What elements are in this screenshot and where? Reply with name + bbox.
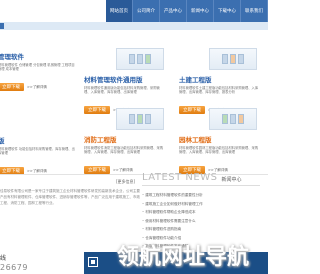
product-thumbnail[interactable] [209, 48, 257, 70]
product-title[interactable]: 消防工程版 [84, 134, 164, 144]
product-card: 园林工程版 材料管理软件园林工程版功能包括材料采购管理、采购管理、入库管理、库存… [179, 108, 259, 174]
product-card: 土建工程版 材料管理软件土建工程版功能包括材料采购管理、入库管理、出库管理、库存… [179, 48, 259, 114]
product-desc: 材料管理软件 仓储管理 分包管理 机械管理 工程项目管理 成本管理 [0, 63, 75, 72]
contact-phone: 26679 [0, 263, 28, 272]
news-title-cn: 新闻中心 [221, 177, 242, 183]
news-item[interactable]: 材料管理软件帮助企业降低成本 [142, 208, 260, 217]
product-title[interactable]: 管理软件 [0, 51, 78, 61]
main-nav: 网站首页 公司简介 产品中心 新闻中心 下载中心 联系我们 [106, 0, 268, 22]
product-card: 管理软件 材料管理软件 仓储管理 分包管理 机械管理 工程项目管理 成本管理 立… [0, 48, 78, 91]
download-button[interactable]: 立即下载 [84, 166, 110, 174]
news-header: LATEST NEWS 新闻中心 [142, 172, 260, 186]
company-intro: 佳易软件有限公司是一家专注于建筑施工企业材料管理软件研发的高新技术企业，公司主要… [0, 189, 140, 205]
product-title[interactable]: 材料管理软件通用版 [84, 74, 164, 84]
news-title-en: LATEST NEWS [142, 172, 218, 183]
nav-item-news[interactable]: 新闻中心 [187, 0, 214, 22]
nav-item-download[interactable]: 下载中心 [214, 0, 241, 22]
about-more-link[interactable]: [更多信息] [116, 179, 135, 185]
top-bar: 网站首页 公司简介 产品中心 新闻中心 下载中心 联系我们 [0, 0, 268, 22]
news-item[interactable]: 建筑施工企业如何做好材料管理工作 [142, 200, 260, 209]
details-link[interactable]: >>了解详情 [27, 169, 47, 174]
product-thumbnail[interactable] [209, 108, 257, 130]
product-card: 材料管理软件通用版 材料管理软件通用版功能包括材料采购管理、采购管理、入库管理、… [84, 48, 164, 114]
product-title[interactable]: 园林工程版 [179, 134, 259, 144]
nav-item-home[interactable]: 网站首页 [106, 0, 133, 22]
product-thumbnail[interactable] [116, 108, 164, 130]
product-desc: 材料管理软件通用版功能包括材料采购管理、采购管理、入库管理、库存管理、出库管理 [84, 86, 160, 95]
strip-accent [0, 23, 4, 29]
product-desc: 材料管理软件消防工程版功能包括材料采购管理、采购管理、入库管理、库存管理、出库管… [84, 146, 164, 155]
nav-item-about[interactable]: 公司简介 [133, 0, 160, 22]
product-desc: 材料管理软件 功能包括材料采购管理、库存管理、出库管理 [0, 147, 75, 156]
footer-logo-icon [88, 257, 98, 267]
watermark: 领航网址导航 [116, 245, 249, 270]
product-thumbnail[interactable] [116, 48, 164, 70]
product-card: 消防工程版 材料管理软件消防工程版功能包括材料采购管理、采购管理、入库管理、库存… [84, 108, 164, 174]
banner-strip [0, 22, 268, 30]
product-title[interactable]: 版 [0, 135, 78, 145]
details-link[interactable]: >>了解详情 [113, 168, 133, 173]
contact-label: 线 [0, 255, 7, 262]
product-desc: 材料管理软件土建工程版功能包括材料采购管理、入库管理、出库管理、库存管理、报表分… [179, 86, 259, 95]
product-desc: 材料管理软件园林工程版功能包括材料采购管理、采购管理、入库管理、库存管理、出库管… [179, 146, 259, 155]
nav-item-products[interactable]: 产品中心 [160, 0, 187, 22]
product-card: 版 材料管理软件 功能包括材料采购管理、库存管理、出库管理 立即下载 >>了解详… [0, 132, 78, 175]
news-item[interactable]: 使用材料管理软件需要注意什么 [142, 217, 260, 226]
news-item[interactable]: 材料管理软件选购指南 [142, 225, 260, 234]
details-link[interactable]: >>了解详情 [27, 85, 47, 90]
nav-item-contact[interactable]: 联系我们 [241, 0, 268, 22]
download-button[interactable]: 立即下载 [0, 83, 24, 91]
product-title[interactable]: 土建工程版 [179, 74, 259, 84]
news-item[interactable]: 建筑工程材料管理软件的重要性分析 [142, 191, 260, 200]
